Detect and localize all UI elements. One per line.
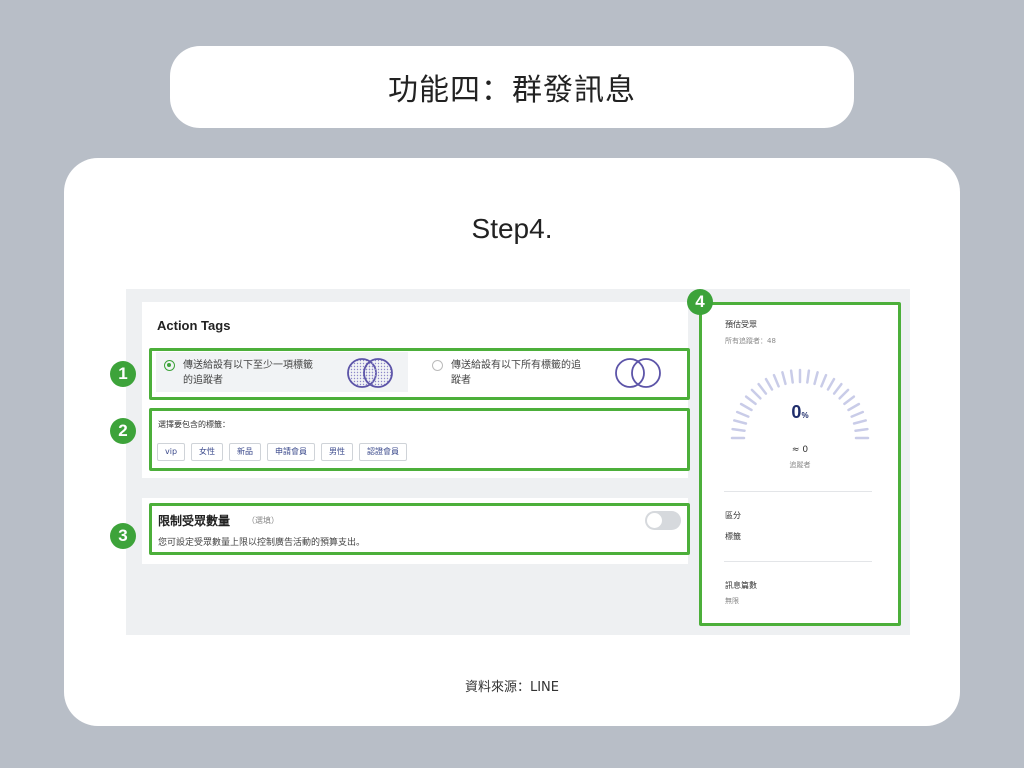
annotation-badge-1: 1 — [110, 361, 136, 387]
annotation-badge-3: 3 — [110, 523, 136, 549]
highlight-box-4 — [699, 302, 901, 626]
source-caption: 資料來源：LINE — [464, 680, 559, 695]
highlight-box-3 — [149, 503, 690, 555]
highlight-box-1 — [149, 348, 690, 400]
annotation-badge-2: 2 — [110, 418, 136, 444]
annotation-badge-4: 4 — [687, 289, 713, 315]
highlight-box-2 — [149, 408, 690, 471]
action-tags-heading: Action Tags — [157, 318, 231, 333]
step-label: Step4. — [471, 213, 553, 244]
slide-title: 功能四：群發訊息 — [170, 46, 854, 128]
